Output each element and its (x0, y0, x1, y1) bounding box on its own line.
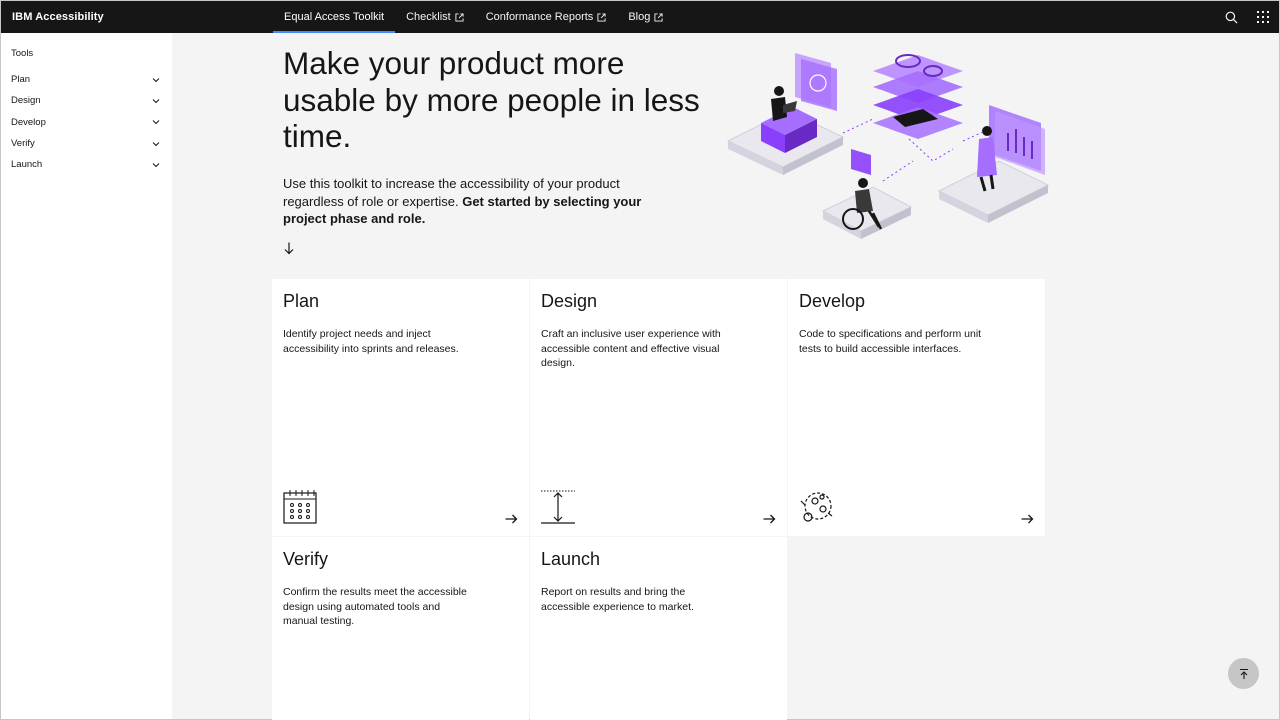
card-verify[interactable]: Verify Confirm the results meet the acce… (272, 537, 529, 720)
sidebar-item-develop[interactable]: Develop (1, 112, 172, 133)
sidebar-item-label: Launch (11, 159, 43, 171)
sidebar-item-plan[interactable]: Plan (1, 69, 172, 90)
card-title: Launch (541, 549, 601, 569)
sidebar-item-launch[interactable]: Launch (1, 154, 172, 175)
card-develop[interactable]: Develop Code to specifications and perfo… (788, 279, 1045, 536)
side-nav: Tools Plan Design Develop Verify Launch (1, 33, 172, 719)
external-link-icon (597, 12, 606, 22)
nav-blog[interactable]: Blog (617, 1, 674, 33)
card-description: Code to specifications and perform unit … (799, 328, 982, 355)
app-switcher-button[interactable] (1247, 1, 1279, 33)
calendar-icon (283, 490, 317, 524)
side-nav-title[interactable]: Tools (1, 48, 172, 60)
card-description: Identify project needs and inject access… (283, 328, 459, 355)
back-to-top-button[interactable] (1228, 658, 1259, 689)
nav-conformance-reports[interactable]: Conformance Reports (475, 1, 618, 33)
chevron-down-icon (152, 99, 160, 104)
search-icon (1225, 11, 1237, 23)
chevron-down-icon (152, 141, 160, 146)
chevron-down-icon (152, 162, 160, 168)
nav-label: Checklist (406, 11, 451, 23)
card-description: Craft an inclusive user experience with … (541, 328, 721, 369)
hero-illustration (726, 53, 1050, 239)
external-link-icon (654, 12, 663, 22)
arrow-right-icon (505, 514, 518, 524)
sidebar-item-label: Plan (11, 74, 31, 86)
card-description: Report on results and bring the accessib… (541, 586, 694, 613)
nav-label: Conformance Reports (485, 11, 594, 23)
top-nav: Equal Access Toolkit Checklist Conforman… (273, 1, 674, 33)
arrow-up-to-top-icon (1239, 668, 1248, 679)
sidebar-item-verify[interactable]: Verify (1, 133, 172, 154)
chevron-down-icon (152, 77, 160, 82)
sidebar-item-label: Develop (11, 116, 46, 128)
card-launch[interactable]: Launch Report on results and bring the a… (530, 537, 787, 720)
nav-equal-access-toolkit[interactable]: Equal Access Toolkit (273, 1, 396, 33)
external-link-icon (455, 12, 464, 22)
arrow-down-icon[interactable] (282, 241, 296, 255)
header-actions (1215, 1, 1279, 33)
page-title: Make your product more usable by more pe… (283, 45, 700, 154)
arrow-right-icon (1021, 514, 1034, 524)
sidebar-item-label: Verify (11, 138, 35, 150)
nav-label: Equal Access Toolkit (284, 11, 385, 23)
nav-label: Blog (628, 11, 651, 23)
sidebar-item-design[interactable]: Design (1, 90, 172, 111)
develop-cycle-icon (800, 492, 833, 522)
design-measure-icon (541, 490, 575, 524)
card-design[interactable]: Design Craft an inclusive user experienc… (530, 279, 787, 536)
card-title: Develop (799, 291, 866, 311)
card-title: Design (541, 291, 598, 311)
card-description: Confirm the results meet the accessible … (283, 586, 467, 627)
card-plan[interactable]: Plan Identify project needs and inject a… (272, 279, 529, 536)
sidebar-item-label: Design (11, 95, 41, 107)
nav-checklist[interactable]: Checklist (395, 1, 475, 33)
brand-name[interactable]: IBM Accessibility (1, 11, 273, 23)
hero-description: Use this toolkit to increase the accessi… (283, 175, 663, 228)
top-header: IBM Accessibility Equal Access Toolkit C… (1, 1, 1279, 33)
search-button[interactable] (1215, 1, 1247, 33)
arrow-right-icon (763, 514, 776, 524)
card-title: Verify (283, 549, 329, 569)
card-title: Plan (283, 291, 320, 311)
chevron-down-icon (152, 120, 160, 125)
app-switcher-icon (1257, 11, 1269, 23)
